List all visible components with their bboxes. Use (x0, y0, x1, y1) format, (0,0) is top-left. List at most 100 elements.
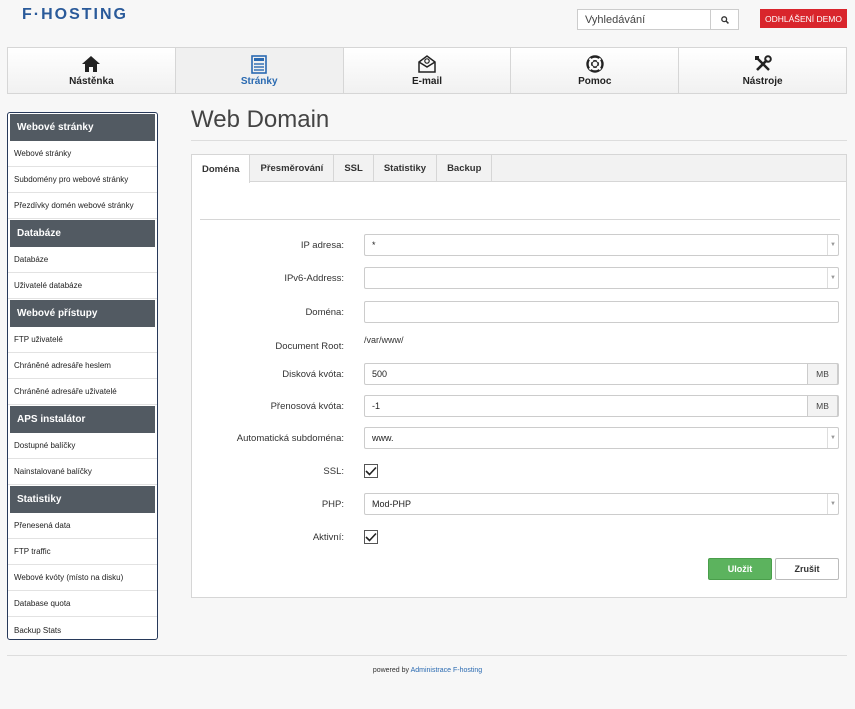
nav-item-email[interactable]: E-mail (343, 48, 512, 93)
active-label: Aktivní: (312, 531, 344, 543)
disk-quota-value: 500 (372, 369, 388, 379)
php-value: Mod-PHP (372, 499, 412, 509)
sidebar-item-transferred-data[interactable]: Přenesená data (8, 513, 157, 539)
traffic-quota-input[interactable]: -1 MB (364, 395, 839, 417)
traffic-quota-unit: MB (807, 395, 838, 417)
domain-label: Doména: (305, 306, 344, 318)
domain-row: Doména: (192, 301, 846, 323)
sidebar-section-websites: Webové stránky (10, 114, 155, 141)
nav-item-label: Pomoc (578, 76, 612, 87)
search-input[interactable] (577, 9, 711, 30)
nav-item-label: Stránky (240, 76, 278, 87)
tab-ssl[interactable]: SSL (334, 155, 374, 182)
sidebar-item-available-packages[interactable]: Dostupné balíčky (8, 433, 157, 459)
nav-item-label: Nástroje (742, 76, 783, 87)
sidebar-item-web-quota[interactable]: Webové kvóty (místo na disku) (8, 565, 157, 591)
tab-redirect[interactable]: Přesměrování (250, 155, 335, 182)
active-row: Aktivní: (192, 526, 846, 548)
sidebar-item-protected-folders[interactable]: Chráněné adresáře heslem (8, 353, 157, 379)
sidebar-section-statistics: Statistiky (10, 486, 155, 513)
tab-statistics[interactable]: Statistiky (374, 155, 438, 182)
sidebar-item-ftp-users[interactable]: FTP uživatelé (8, 327, 157, 353)
disk-quota-unit: MB (807, 363, 838, 385)
traffic-quota-row: Přenosová kvóta: -1 MB (192, 395, 846, 417)
ssl-checkbox[interactable] (364, 464, 378, 478)
tab-bar: Doména Přesměrování SSL Statistiky Backu… (192, 155, 846, 183)
search-icon (720, 15, 729, 24)
footer: powered by Administrace F-hosting (0, 667, 855, 674)
logout-button[interactable]: ODHLÁŠENÍ DEMO (760, 9, 847, 28)
disk-quota-row: Disková kvóta: 500 MB (192, 363, 846, 385)
logo[interactable]: F·HOSTING (22, 6, 128, 24)
php-row: PHP: Mod-PHP ▼ (192, 493, 846, 515)
docroot-label: Document Root: (275, 340, 344, 352)
chevron-down-icon: ▼ (827, 268, 838, 288)
active-checkbox[interactable] (364, 530, 378, 544)
checkmark-icon (365, 532, 377, 542)
ssl-label: SSL: (323, 465, 344, 477)
checkmark-icon (365, 466, 377, 476)
home-icon (81, 54, 101, 74)
nav-item-pages[interactable]: Stránky (175, 48, 344, 93)
php-select[interactable]: Mod-PHP ▼ (364, 493, 839, 515)
ipv6-select[interactable]: ▼ (364, 267, 839, 289)
page-title: Web Domain (191, 106, 330, 133)
docroot-value: /var/www/ (364, 335, 404, 345)
ip-row: IP adresa: * ▼ (192, 234, 846, 256)
nav-item-label: E-mail (411, 76, 442, 87)
footer-text: powered by (372, 667, 410, 674)
ipv6-row: IPv6-Address: ▼ (192, 267, 846, 289)
sidebar-item-ftp-traffic[interactable]: FTP traffic (8, 539, 157, 565)
tab-domain[interactable]: Doména (192, 155, 251, 183)
sidebar-item-database-quota[interactable]: Database quota (8, 591, 157, 617)
chevron-down-icon: ▼ (827, 235, 838, 255)
tab-backup[interactable]: Backup (437, 155, 493, 182)
save-button[interactable]: Uložit (708, 558, 772, 580)
divider (200, 219, 840, 220)
cancel-button[interactable]: Zrušit (775, 558, 839, 580)
nav-item-help[interactable]: Pomoc (511, 48, 680, 93)
search-button[interactable] (711, 9, 739, 30)
ip-value: * (372, 240, 376, 250)
page-icon (251, 54, 267, 74)
sidebar-item-installed-packages[interactable]: Nainstalované balíčky (8, 459, 157, 485)
traffic-quota-value: -1 (372, 401, 381, 411)
sidebar-item-backup-stats[interactable]: Backup Stats (8, 617, 157, 639)
autosub-row: Automatická subdoména: www. ▼ (192, 427, 846, 449)
main-nav: Nástěnka Stránky E-mail Pomoc Nástroje (7, 47, 847, 94)
search-box (577, 9, 739, 30)
php-label: PHP: (321, 498, 344, 510)
nav-item-dashboard[interactable]: Nástěnka (8, 48, 176, 93)
domain-input[interactable] (364, 301, 839, 323)
ssl-row: SSL: (192, 460, 846, 482)
form-panel: Doména Přesměrování SSL Statistiky Backu… (191, 154, 847, 598)
nav-item-label: Nástěnka (69, 76, 114, 87)
sidebar-item-db-users[interactable]: Uživatelé databáze (8, 273, 157, 299)
envelope-icon (417, 54, 437, 74)
ipv6-label: IPv6-Address: (284, 272, 344, 284)
divider (7, 655, 847, 656)
sidebar-item-databases[interactable]: Databáze (8, 247, 157, 273)
sidebar: Webové stránky Webové stránky Subdomény … (7, 112, 158, 640)
footer-link[interactable]: Administrace F-hosting (411, 667, 483, 674)
sidebar-section-aps: APS instalátor (10, 406, 155, 433)
traffic-quota-label: Přenosová kvóta: (270, 400, 344, 412)
chevron-down-icon: ▼ (827, 494, 838, 514)
sidebar-item-aliases[interactable]: Přezdívky domén webové stránky (8, 193, 157, 219)
sidebar-item-protected-folder-users[interactable]: Chráněné adresáře uživatelé (8, 379, 157, 405)
sidebar-section-web-access: Webové přístupy (10, 300, 155, 327)
autosub-select[interactable]: www. ▼ (364, 427, 839, 449)
autosub-label: Automatická subdoména: (236, 432, 344, 444)
sidebar-item-websites[interactable]: Webové stránky (8, 141, 157, 167)
divider (191, 140, 847, 141)
docroot-row: Document Root: /var/www/ (192, 334, 846, 356)
disk-quota-input[interactable]: 500 MB (364, 363, 839, 385)
nav-item-tools[interactable]: Nástroje (679, 48, 846, 93)
sidebar-item-subdomains[interactable]: Subdomény pro webové stránky (8, 167, 157, 193)
tools-icon (754, 54, 772, 74)
sidebar-section-databases: Databáze (10, 220, 155, 247)
lifebuoy-icon (586, 54, 604, 74)
ip-select[interactable]: * ▼ (364, 234, 839, 256)
chevron-down-icon: ▼ (827, 428, 838, 448)
disk-quota-label: Disková kvóta: (282, 368, 344, 380)
